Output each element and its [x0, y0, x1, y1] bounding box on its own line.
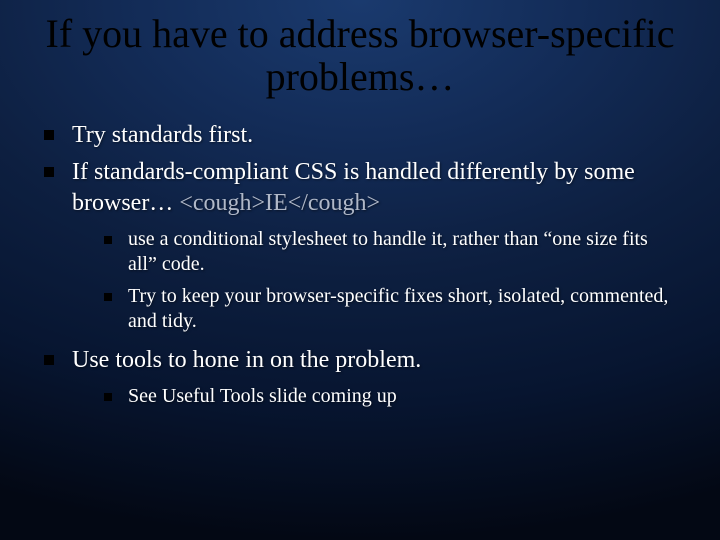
- bullet-item: Try standards first.: [44, 120, 676, 151]
- sub-bullet-item: use a conditional stylesheet to handle i…: [104, 227, 676, 278]
- sub-bullet-text: use a conditional stylesheet to handle i…: [128, 228, 648, 276]
- bullet-item: If standards-compliant CSS is handled di…: [44, 157, 676, 335]
- slide-title: If you have to address browser-specific …: [44, 12, 676, 98]
- bullet-text: Try standards first.: [72, 122, 253, 148]
- sub-bullet-item: Try to keep your browser-specific fixes …: [104, 284, 676, 335]
- bullet-list: Try standards first. If standards-compli…: [44, 120, 676, 409]
- sub-bullet-item: See Useful Tools slide coming up: [104, 384, 676, 410]
- sub-bullet-text: See Useful Tools slide coming up: [128, 385, 397, 407]
- sub-bullet-list: use a conditional stylesheet to handle i…: [72, 227, 676, 335]
- bullet-text: Use tools to hone in on the problem.: [72, 347, 421, 373]
- cough-text: <cough>IE</cough>: [179, 190, 380, 216]
- slide: If you have to address browser-specific …: [0, 0, 720, 540]
- sub-bullet-list: See Useful Tools slide coming up: [72, 384, 676, 410]
- sub-bullet-text: Try to keep your browser-specific fixes …: [128, 285, 668, 333]
- bullet-item: Use tools to hone in on the problem. See…: [44, 345, 676, 409]
